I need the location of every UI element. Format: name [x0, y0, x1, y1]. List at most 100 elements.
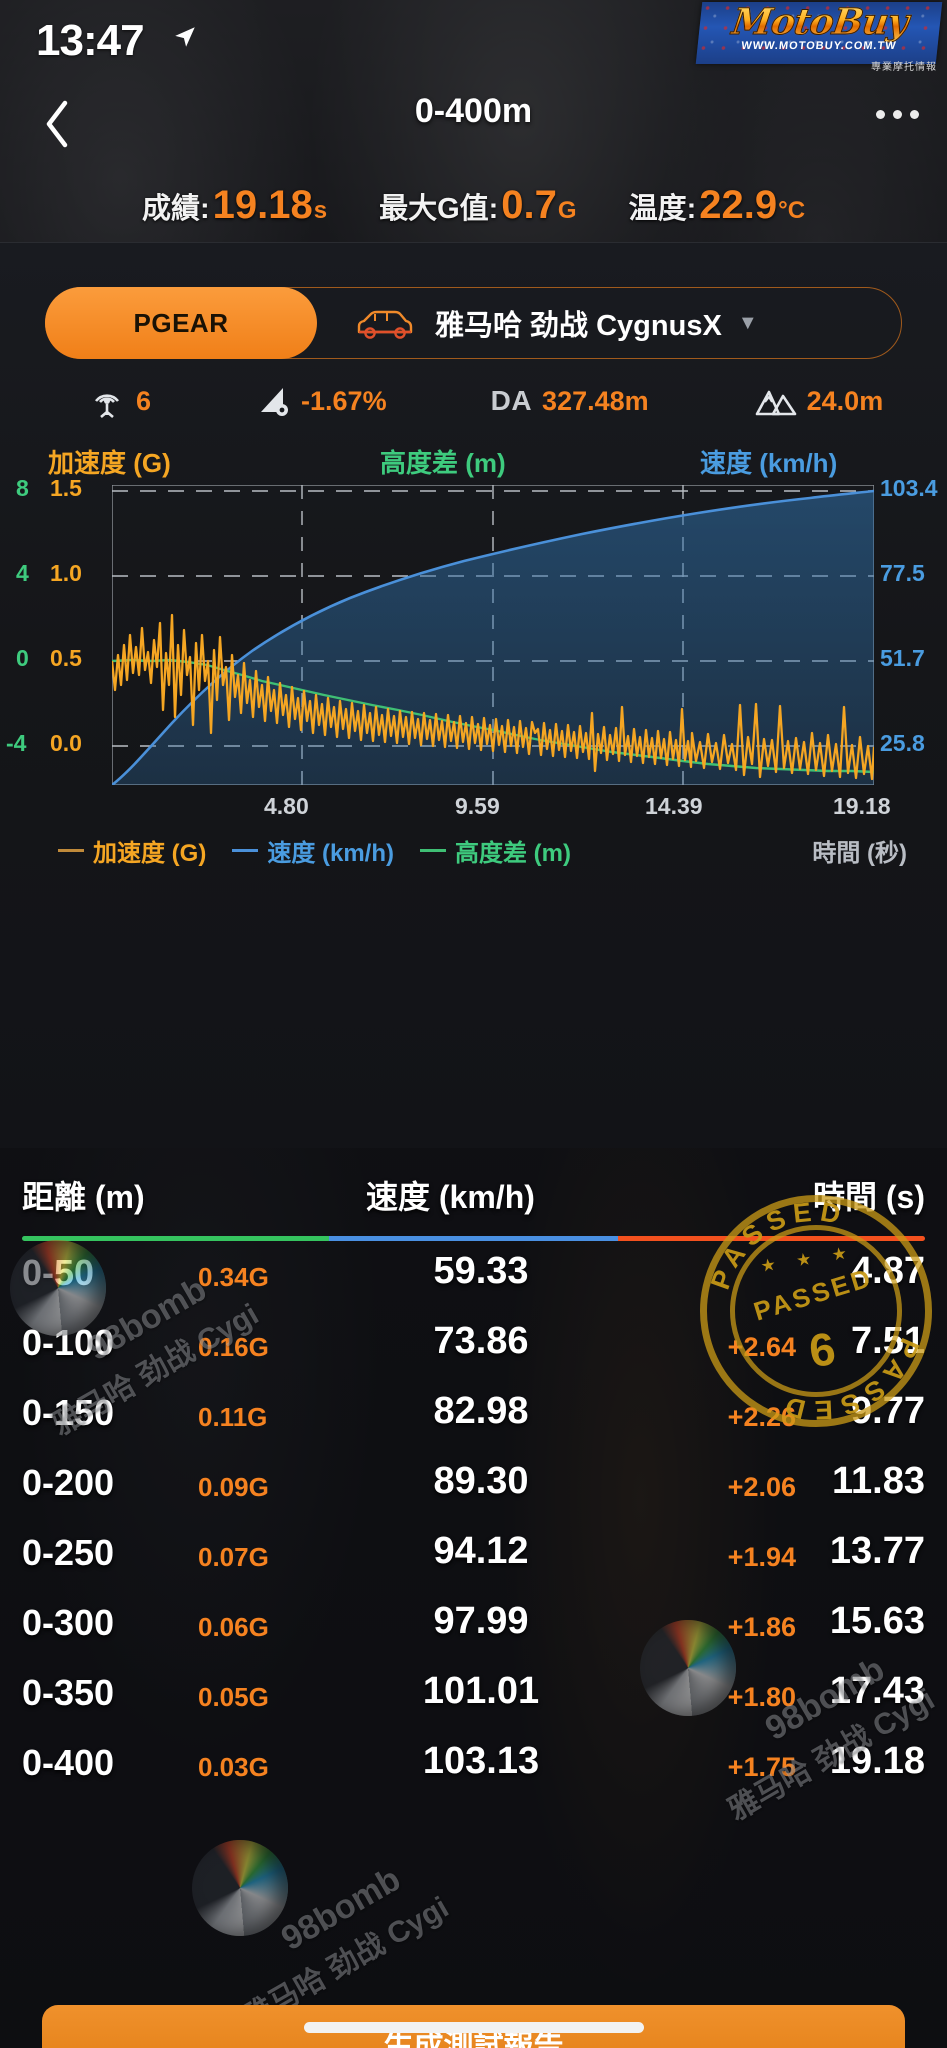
table-row[interactable]: 0-400 0.03G 103.13 +1.75 19.18 — [0, 1734, 947, 1804]
summary-unit: G — [557, 196, 577, 224]
da-value: 327.48m — [542, 385, 649, 416]
cell-distance: 0-150 — [22, 1392, 115, 1433]
table-row[interactable]: 0-250 0.07G 94.12 +1.94 13.77 — [0, 1524, 947, 1594]
cell-time: 15.63 — [829, 1600, 925, 1642]
axis-alt-tick-1: 4 — [16, 560, 29, 586]
status-clock: 13:47 — [36, 16, 145, 65]
logo-wordmark: MotoBuy — [702, 0, 938, 44]
vehicle-name: 雅马哈 劲战 CygnusX — [435, 310, 722, 342]
cell-speed: 94.12 — [433, 1530, 529, 1572]
info-satellites: 6 — [88, 381, 151, 421]
info-slope: -1.67% — [253, 382, 387, 420]
cell-distance: 0-50 — [22, 1252, 95, 1293]
info-row: 6 -1.67% DA 327.48m 24.0m — [0, 371, 947, 431]
logo-url: WWW.MOTOBUY.COM.TW — [740, 40, 898, 52]
summary-item-maxg: 最大G值: 0.7 G — [379, 183, 577, 228]
cell-g: 0.06G — [198, 1612, 269, 1642]
cell-speed: 101.01 — [422, 1670, 540, 1712]
pgear-badge[interactable]: PGEAR — [45, 287, 317, 359]
table-header: 距離 (m) 速度 (km/h) 時間 (s) — [0, 1152, 947, 1241]
cell-g: 0.05G — [198, 1682, 269, 1712]
cell-distance: 0-400 — [22, 1742, 115, 1783]
summary-unit: s — [313, 196, 328, 224]
cell-time: 19.18 — [829, 1740, 925, 1782]
status-bar: 13:47 MotoBuy WWW.MOTOBUY.COM.TW 專業摩托情報 — [0, 0, 947, 78]
info-altitude: 24.0m — [755, 384, 884, 418]
cell-distance: 0-300 — [22, 1602, 115, 1643]
cell-speed: 89.30 — [433, 1460, 529, 1502]
logo-tagline: 專業摩托情報 — [871, 62, 937, 73]
cell-time: 11.83 — [832, 1460, 925, 1502]
legend-swatch-speed — [232, 849, 259, 852]
axis-speed-tick-2: 51.7 — [880, 645, 925, 671]
table-row[interactable]: 0-300 0.06G 97.99 +1.86 15.63 — [0, 1594, 947, 1664]
table-row[interactable]: 0-150 0.11G 82.98 +2.26 9.77 — [0, 1384, 947, 1454]
cell-g: 0.09G — [198, 1472, 269, 1502]
axis-acc-tick-2: 0.5 — [50, 645, 82, 671]
axis-acc-tick-1: 1.0 — [50, 560, 82, 586]
axis-alt-tick-0: 8 — [16, 475, 29, 501]
altitude-value: 24.0m — [806, 385, 884, 416]
legend-label-altitude: 高度差 (m) — [455, 840, 571, 867]
x-tick-0: 4.80 — [264, 793, 309, 819]
cell-time: 4.87 — [851, 1250, 925, 1292]
table-row[interactable]: 0-100 0.16G 73.86 +2.64 7.51 — [0, 1314, 947, 1384]
legend-swatch-acceleration — [58, 849, 84, 852]
legend-label-speed: 速度 (km/h) — [267, 840, 394, 867]
table-divider — [22, 1236, 925, 1241]
chart-legend: 加速度 (G) 速度 (km/h) 高度差 (m) — [58, 833, 571, 868]
cell-speed: 97.99 — [433, 1600, 529, 1642]
cell-speed: 103.13 — [422, 1740, 540, 1782]
home-indicator — [303, 2022, 644, 2033]
cell-speed: 59.33 — [433, 1250, 529, 1292]
telemetry-panel: PGEAR 雅马哈 劲战 CygnusX ▼ 6 -1.67% DA 327.4… — [0, 242, 947, 1148]
x-tick-2: 14.39 — [645, 793, 703, 819]
axis-acc-tick-3: 0.0 — [50, 730, 82, 756]
legend-item-acceleration: 加速度 (G) — [58, 833, 206, 868]
summary-item-result: 成績: 19.18 s — [142, 183, 327, 228]
summary-bar: 成績: 19.18 s 最大G值: 0.7 G 温度: 22.9 °C — [0, 168, 947, 242]
axis-speed-tick-0: 103.4 — [880, 475, 938, 501]
cell-distance: 0-250 — [22, 1532, 115, 1573]
cell-speed: 82.98 — [433, 1390, 529, 1432]
app-root: 13:47 MotoBuy WWW.MOTOBUY.COM.TW 專業摩托情報 … — [0, 0, 947, 2048]
cell-g: 0.16G — [198, 1332, 269, 1362]
cell-time: 17.43 — [829, 1670, 925, 1712]
summary-unit: °C — [778, 196, 806, 224]
cell-speed: 73.86 — [433, 1320, 529, 1362]
da-label: DA — [490, 385, 533, 416]
cell-g: 0.11G — [198, 1402, 268, 1432]
cell-distance: 0-350 — [22, 1672, 115, 1713]
column-header-time: 時間 (s) — [812, 1179, 925, 1215]
x-tick-3: 19.18 — [833, 793, 891, 819]
cell-time: 13.77 — [829, 1530, 925, 1572]
cell-distance: 0-200 — [22, 1462, 115, 1503]
column-header-speed: 速度 (km/h) — [366, 1179, 535, 1215]
satellite-signal-icon — [94, 394, 120, 418]
summary-value: 0.7 — [501, 182, 557, 227]
axis-acc-tick-0: 1.5 — [50, 475, 82, 501]
legend-swatch-altitude — [420, 849, 446, 852]
table-row[interactable]: 0-350 0.05G 101.01 +1.80 17.43 — [0, 1664, 947, 1734]
chevron-down-icon[interactable]: ▼ — [738, 312, 758, 335]
page-title: 0-400m — [414, 92, 533, 130]
summary-value: 22.9 — [699, 182, 778, 227]
legend-item-speed: 速度 (km/h) — [232, 833, 394, 868]
slope-value: -1.67% — [301, 385, 387, 416]
cell-delta: +1.94 — [727, 1542, 796, 1572]
cell-delta: +1.75 — [727, 1752, 796, 1782]
cell-delta: +2.26 — [727, 1402, 796, 1432]
satellite-count: 6 — [136, 385, 152, 416]
table-row[interactable]: 0-50 0.34G 59.33 4.87 — [0, 1244, 947, 1314]
cell-time: 9.77 — [851, 1390, 925, 1432]
x-tick-1: 9.59 — [455, 793, 500, 819]
vehicle-selector[interactable]: PGEAR 雅马哈 劲战 CygnusX ▼ — [45, 287, 902, 359]
summary-label: 最大G值: — [379, 192, 499, 225]
summary-item-temperature: 温度: 22.9 °C — [629, 183, 805, 228]
motobuy-logo: MotoBuy WWW.MOTOBUY.COM.TW — [695, 0, 943, 64]
chart-x-axis-title: 時間 (秒) — [812, 840, 907, 867]
mountain-icon — [755, 390, 796, 416]
column-header-distance: 距離 (m) — [22, 1179, 145, 1215]
table-row[interactable]: 0-200 0.09G 89.30 +2.06 11.83 — [0, 1454, 947, 1524]
summary-label: 成績: — [141, 192, 210, 225]
